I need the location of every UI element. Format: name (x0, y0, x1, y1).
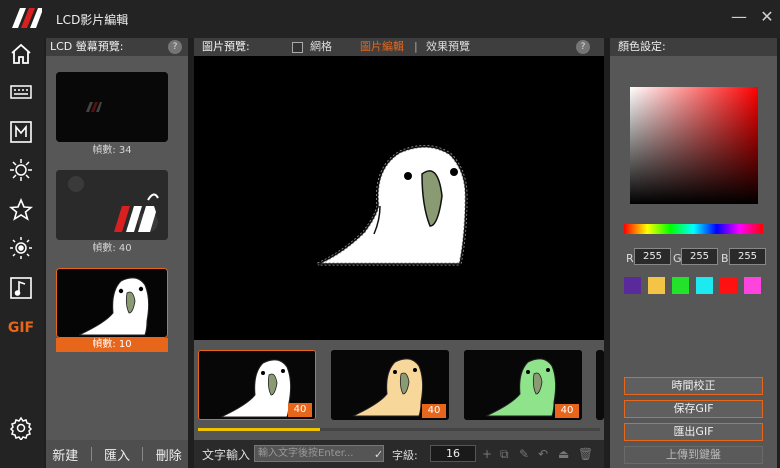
divider (142, 447, 144, 461)
lcd-frame-count: 幀數: 10 (56, 338, 168, 352)
app-title: LCD影片編輯 (56, 13, 129, 27)
color-settings-panel: 顏色設定: R 255 G 255 B 255 時間校正 保存GIF 匯出GIF… (610, 38, 777, 468)
keyboard-icon (10, 85, 32, 99)
lcd-panel-title: LCD 螢幕預覽: (46, 38, 188, 56)
font-size-input[interactable]: 16 (430, 445, 476, 462)
divider (90, 447, 92, 461)
import-button[interactable]: 匯入 (104, 445, 130, 464)
g-input[interactable]: 255 (681, 248, 718, 265)
undo-icon[interactable]: ↶ (538, 447, 548, 461)
grid-checkbox[interactable] (292, 42, 303, 53)
frame-strip: 40 40 40 (194, 340, 604, 440)
confirm-text-button[interactable]: ✓ (374, 448, 383, 461)
scrollbar-thumb[interactable] (198, 428, 320, 431)
image-preview-panel: 圖片預覽: 網格 圖片編輯 | 效果預覽 ? 40 40 40 文字輸入 輸入文… (194, 38, 604, 468)
add-icon[interactable]: + (482, 447, 492, 461)
color-swatch-cyan[interactable] (696, 277, 713, 294)
text-input[interactable]: 輸入文字後按Enter... (254, 445, 384, 462)
brand-logo-icon (12, 8, 42, 28)
r-label: R (626, 252, 634, 265)
lcd-help-icon[interactable]: ? (168, 40, 182, 54)
nav-brightness[interactable] (7, 156, 35, 184)
b-input[interactable]: 255 (729, 248, 766, 265)
upload-to-keyboard-button[interactable]: 上傳到鍵盤 (624, 446, 763, 464)
nav-home[interactable] (7, 40, 35, 68)
frame-duration-badge: 40 (555, 404, 579, 418)
lcd-preview-panel: LCD 螢幕預覽: ? 幀數: 34 幀數: 40 幀數: 10 新建 匯入 刪… (46, 38, 188, 468)
side-nav: GIF (0, 38, 44, 468)
lcd-thumbnail (56, 268, 168, 338)
delete-button[interactable]: 刪除 (156, 445, 182, 464)
color-swatch-red[interactable] (720, 277, 737, 294)
nav-settings[interactable] (7, 414, 35, 442)
color-picker-area[interactable] (630, 87, 758, 204)
lcd-thumbnail (56, 72, 168, 142)
save-gif-button[interactable]: 保存GIF (624, 400, 763, 418)
frame-strip-scrollbar[interactable] (198, 428, 600, 431)
color-panel-title: 顏色設定: (610, 38, 777, 56)
title-bar: LCD影片編輯 — ✕ (0, 0, 780, 38)
font-size-label: 字級: (392, 449, 418, 462)
frame-duration-badge: 40 (422, 404, 446, 418)
r-input[interactable]: 255 (634, 248, 671, 265)
frame-duration-badge: 40 (288, 403, 312, 417)
color-swatch-yellow[interactable] (648, 277, 665, 294)
text-input-label: 文字輸入 (202, 448, 251, 462)
nav-music[interactable] (7, 274, 35, 302)
frame-thumbnail-selected[interactable]: 40 (198, 350, 316, 420)
color-swatch-pink[interactable] (744, 277, 761, 294)
tab-separator: | (414, 40, 418, 53)
trash-icon[interactable]: 🗑 (578, 447, 593, 461)
music-icon (10, 277, 32, 299)
lcd-actions: 新建 匯入 刪除 (46, 440, 188, 468)
home-icon (11, 43, 31, 64)
copy-icon[interactable]: ⧉ (500, 447, 509, 462)
export-gif-button[interactable]: 匯出GIF (624, 423, 763, 441)
settings-icon (9, 416, 33, 440)
time-correct-button[interactable]: 時間校正 (624, 377, 763, 395)
tab-image-edit[interactable]: 圖片編輯 (360, 38, 404, 56)
preview-panel-title: 圖片預覽: (202, 40, 250, 53)
nav-keyboard[interactable] (7, 78, 35, 106)
brightness-icon (10, 159, 32, 181)
upload-icon[interactable]: ⏏ (558, 447, 569, 461)
edit-icon[interactable]: ✎ (519, 447, 529, 461)
frame-thumbnail[interactable]: 40 (331, 350, 449, 420)
lcd-thumbnail (56, 170, 168, 240)
frame-thumbnail[interactable]: 40 (464, 350, 582, 420)
nav-macro[interactable] (7, 118, 35, 146)
preview-help-icon[interactable]: ? (576, 40, 590, 54)
b-label: B (721, 252, 729, 265)
minimize-button[interactable]: — (728, 6, 750, 28)
frame-thumbnail-partial[interactable] (596, 350, 604, 420)
nav-favorites[interactable] (7, 196, 35, 224)
star-icon (9, 198, 33, 221)
lcd-frame-count: 幀數: 40 (92, 243, 132, 254)
new-button[interactable]: 新建 (52, 445, 78, 464)
nav-lighting[interactable] (7, 234, 35, 262)
color-swatch-green[interactable] (672, 277, 689, 294)
lighting-icon (10, 237, 32, 259)
macro-icon (10, 121, 32, 143)
grid-label: 網格 (310, 40, 332, 53)
nav-gif[interactable]: GIF (7, 314, 35, 342)
edit-canvas[interactable] (194, 56, 604, 340)
lcd-frame-count: 幀數: 34 (92, 145, 132, 156)
text-toolbar: 文字輸入 輸入文字後按Enter... ✓ 字級: 16 + ⧉ ✎ ↶ ⏏ 🗑 (194, 440, 604, 468)
color-swatch-purple[interactable] (624, 277, 641, 294)
hue-slider[interactable] (624, 224, 763, 234)
close-button[interactable]: ✕ (756, 6, 778, 28)
tab-effect-preview[interactable]: 效果預覽 (426, 38, 470, 56)
